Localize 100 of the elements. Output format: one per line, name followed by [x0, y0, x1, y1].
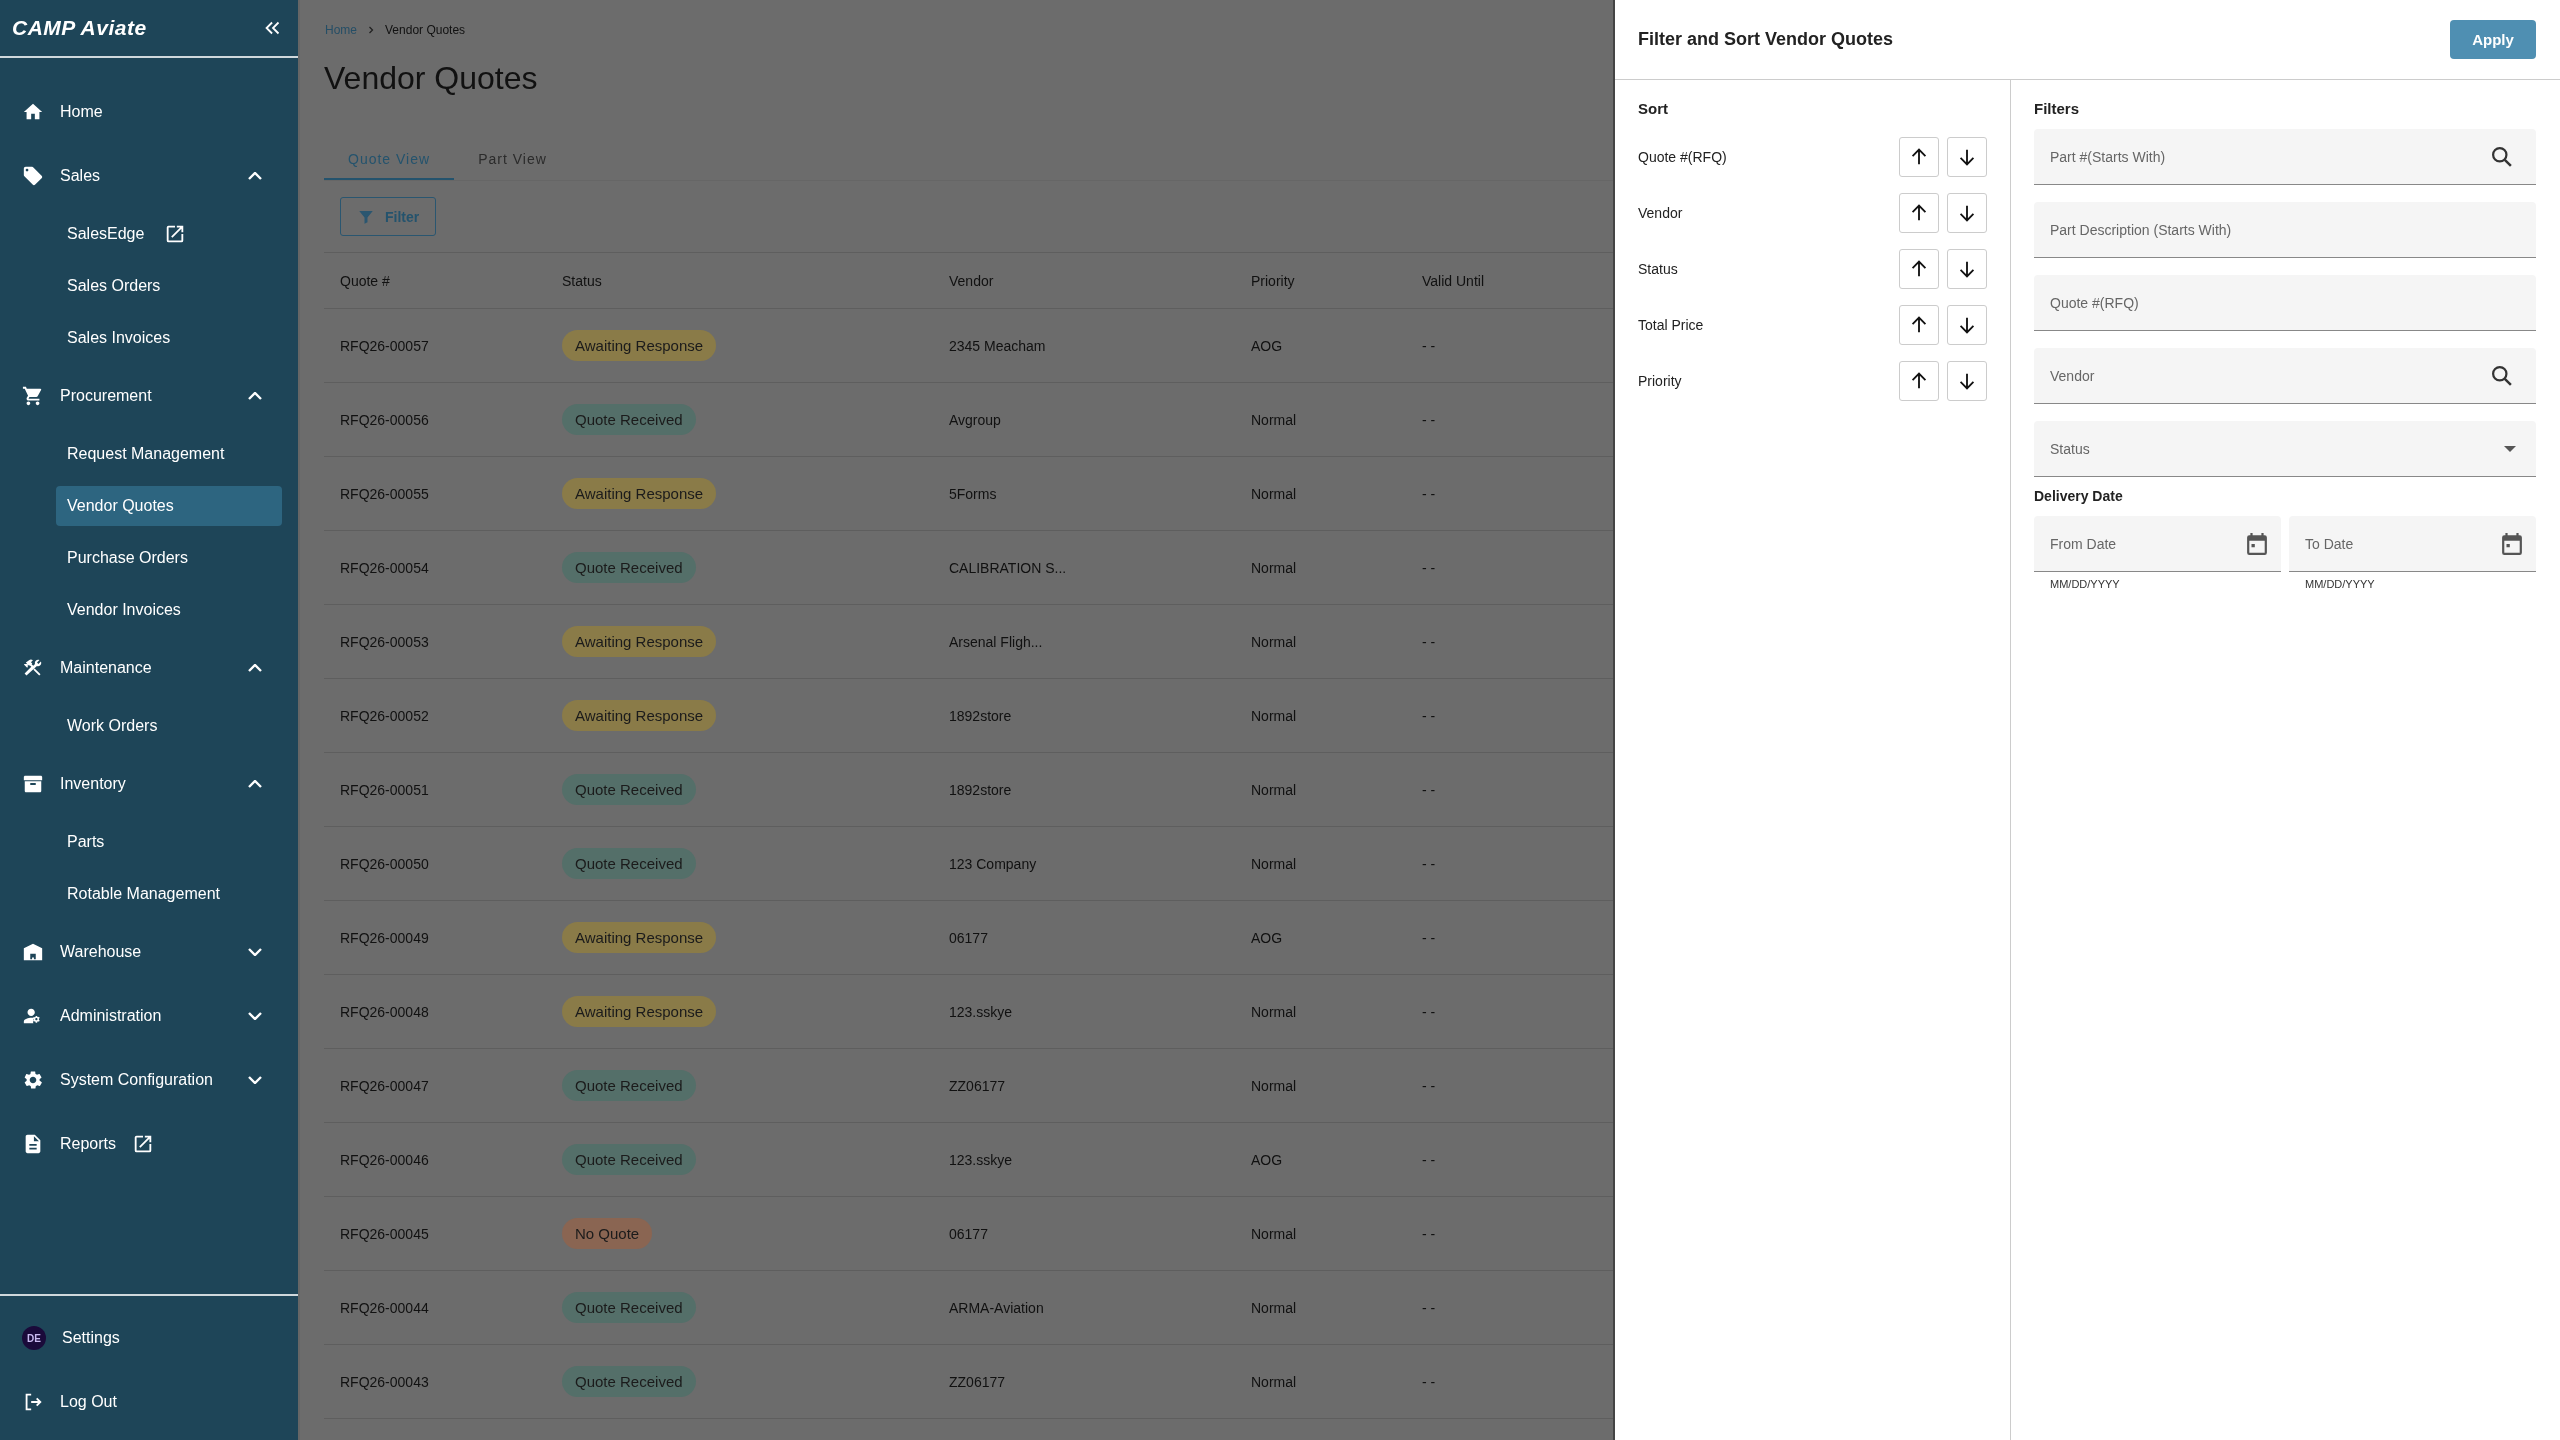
- sort-label: Quote #(RFQ): [1638, 149, 1728, 165]
- table-cell-text: 123.sskye: [949, 1151, 1014, 1168]
- status-tag: Quote Received: [562, 1366, 696, 1397]
- table-cell-text: ZZ06177: [949, 1373, 1007, 1390]
- nav-item[interactable]: Maintenance: [0, 636, 298, 700]
- avatar: DE: [22, 1326, 46, 1350]
- status-tag: Awaiting Response: [562, 330, 717, 361]
- sort-descending-button[interactable]: [1947, 361, 1987, 401]
- nav-subitem[interactable]: Vendor Quotes: [56, 486, 282, 526]
- column-header: Status: [562, 272, 603, 289]
- table-cell-text: Normal: [1251, 707, 1298, 724]
- search-icon[interactable]: [2492, 366, 2512, 386]
- breadcrumb-item: Vendor Quotes: [385, 23, 466, 37]
- nav-subitem[interactable]: Sales Invoices: [56, 318, 282, 358]
- nav-subitem[interactable]: SalesEdge: [56, 214, 282, 254]
- sort-ascending-button[interactable]: [1899, 137, 1939, 177]
- search-icon[interactable]: [2492, 147, 2512, 167]
- table-cell-text: - -: [1422, 1373, 1437, 1390]
- table-cell-text: - -: [1422, 1003, 1437, 1020]
- warehouse-icon: [22, 941, 44, 963]
- table-cell-text: Avgroup: [949, 411, 1002, 428]
- sort-label: Total Price: [1638, 317, 1705, 333]
- table-cell-text: 123 Company: [949, 855, 1038, 872]
- status-tag: Quote Received: [562, 404, 696, 435]
- table-cell-text: ZZ06177: [949, 1077, 1007, 1094]
- table-cell-text: AOG: [1251, 337, 1284, 354]
- tag-icon: [22, 165, 44, 187]
- table-cell-text: RFQ26-00044: [340, 1299, 430, 1316]
- input-field[interactable]: Quote #(RFQ): [2034, 275, 2536, 331]
- sort-descending-button[interactable]: [1947, 249, 1987, 289]
- status-tag: Awaiting Response: [562, 922, 717, 953]
- sort-descending-button[interactable]: [1947, 193, 1987, 233]
- nav-subitem[interactable]: Rotable Management: [56, 874, 282, 914]
- input-field[interactable]: Part Description (Starts With): [2034, 202, 2536, 258]
- table-cell-text: Normal: [1251, 1003, 1298, 1020]
- nav-item[interactable]: Administration: [0, 984, 298, 1048]
- table-cell-text: 1892store: [949, 707, 1013, 724]
- nav-item[interactable]: Procurement: [0, 364, 298, 428]
- sort-descending-button[interactable]: [1947, 137, 1987, 177]
- nav-item[interactable]: System Configuration: [0, 1048, 298, 1112]
- sort-ascending-button[interactable]: [1899, 193, 1939, 233]
- table-cell-text: RFQ26-00049: [340, 929, 430, 946]
- sort-label: Priority: [1638, 373, 1683, 389]
- table-cell-text: - -: [1422, 781, 1437, 798]
- sort-label: Vendor: [1638, 205, 1684, 221]
- table-cell-text: - -: [1422, 1077, 1437, 1094]
- table-cell-text: Normal: [1251, 411, 1298, 428]
- sort-ascending-button[interactable]: [1899, 305, 1939, 345]
- nav-item[interactable]: Inventory: [0, 752, 298, 816]
- status-tag: Quote Received: [562, 1144, 696, 1175]
- table-cell-text: RFQ26-00043: [340, 1373, 430, 1390]
- table-cell-text: RFQ26-00057: [340, 337, 430, 354]
- apply-button[interactable]: Apply: [2450, 20, 2536, 59]
- nav-subitem[interactable]: Work Orders: [56, 706, 282, 746]
- logo[interactable]: CAMP Aviate: [12, 16, 147, 40]
- sort-ascending-button[interactable]: [1899, 249, 1939, 289]
- date-format-hint: MM/DD/YYYY: [2304, 578, 2376, 590]
- sort-ascending-button[interactable]: [1899, 361, 1939, 401]
- date-field[interactable]: To Date: [2289, 516, 2536, 572]
- table-cell-text: Normal: [1251, 485, 1298, 502]
- nav-item[interactable]: Home: [0, 80, 298, 144]
- table-cell-text: RFQ26-00045: [340, 1225, 430, 1242]
- status-select[interactable]: Status: [2034, 421, 2536, 477]
- table-cell-text: Normal: [1251, 1225, 1298, 1242]
- nav-item[interactable]: Sales: [0, 144, 298, 208]
- table-cell-text: - -: [1422, 929, 1437, 946]
- table-cell-text: RFQ26-00051: [340, 781, 430, 798]
- table-cell-text: RFQ26-00054: [340, 559, 430, 576]
- nav-subitem[interactable]: Sales Orders: [56, 266, 282, 306]
- date-field[interactable]: From Date: [2034, 516, 2281, 572]
- logout-item[interactable]: Log Out: [0, 1370, 298, 1434]
- nav-item[interactable]: Warehouse: [0, 920, 298, 984]
- status-tag: Awaiting Response: [562, 478, 717, 509]
- settings-item[interactable]: DE Settings: [0, 1306, 298, 1370]
- calendar-icon[interactable]: [2247, 533, 2267, 555]
- table-cell-text: RFQ26-00046: [340, 1151, 430, 1168]
- nav-subitem[interactable]: Request Management: [56, 434, 282, 474]
- nav-item[interactable]: Reports: [0, 1112, 298, 1176]
- table-cell-text: RFQ26-00055: [340, 485, 430, 502]
- sort-descending-button[interactable]: [1947, 305, 1987, 345]
- input-field[interactable]: Vendor: [2034, 348, 2536, 404]
- input-field[interactable]: Part #(Starts With): [2034, 129, 2536, 185]
- table-cell-text: 1892store: [949, 781, 1013, 798]
- table-cell-text: - -: [1422, 1151, 1437, 1168]
- section-heading: Filters: [2034, 100, 2080, 117]
- dropdown-caret-icon[interactable]: [2504, 446, 2516, 452]
- table-cell-text: Normal: [1251, 781, 1298, 798]
- table-cell-text: AOG: [1251, 929, 1284, 946]
- nav-subitem[interactable]: Purchase Orders: [56, 538, 282, 578]
- calendar-icon[interactable]: [2502, 533, 2522, 555]
- nav-subitem[interactable]: Vendor Invoices: [56, 590, 282, 630]
- table-cell-text: RFQ26-00052: [340, 707, 430, 724]
- table-cell-text: 06177: [949, 1225, 989, 1242]
- table-cell-text: Normal: [1251, 855, 1298, 872]
- delivery-date-label: Delivery Date: [2034, 488, 2124, 504]
- nav-subitem[interactable]: Parts: [56, 822, 282, 862]
- table-cell-text: 5Forms: [949, 485, 998, 502]
- status-tag: Quote Received: [562, 1070, 696, 1101]
- status-tag: No Quote: [562, 1218, 653, 1249]
- table-cell-text: 06177: [949, 929, 989, 946]
